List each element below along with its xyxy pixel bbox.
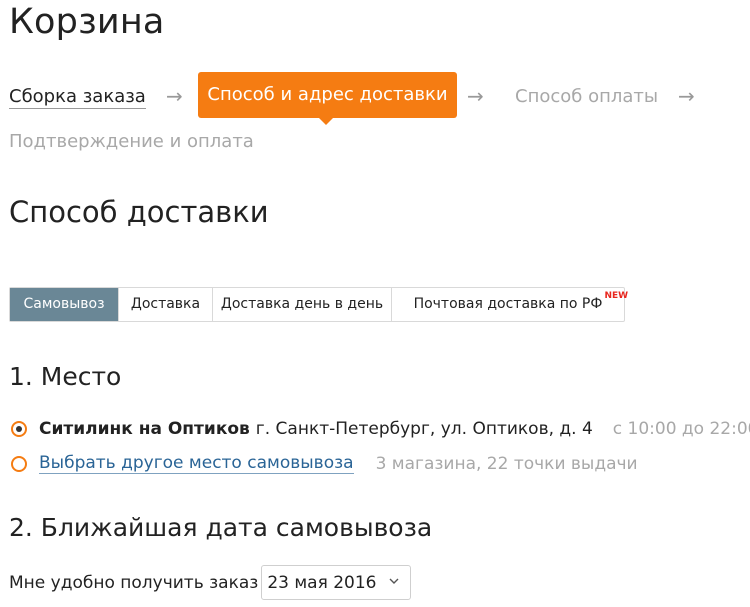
place-title: 1. Место — [9, 362, 122, 391]
arrow-right-icon: → — [166, 84, 183, 108]
step-payment-method: Способ оплаты — [515, 86, 659, 107]
pickup-date-select[interactable]: 23 мая 2016 — [261, 565, 412, 600]
tab-same-day-delivery[interactable]: Доставка день в день — [213, 288, 392, 321]
pickup-option-other[interactable]: Выбрать другое место самовывоза 3 магази… — [11, 453, 638, 474]
step-delivery-active: Способ и адрес доставки — [198, 72, 457, 125]
new-badge: NEW — [604, 291, 629, 301]
pickup-date-value: 23 мая 2016 — [267, 572, 377, 593]
step-order-assembly-link[interactable]: Сборка заказа — [9, 86, 146, 109]
store-hours: с 10:00 до 22:00 — [612, 419, 750, 439]
pickup-option-selected[interactable]: Ситилинк на Оптиков г. Санкт-Петербург, … — [11, 419, 750, 439]
tab-post-delivery-label: Почтовая доставка по РФ — [413, 296, 603, 312]
tab-delivery[interactable]: Доставка — [119, 288, 213, 321]
choose-other-place-link[interactable]: Выбрать другое место самовывоза — [39, 453, 354, 474]
pickup-date-row: Мне удобно получить заказ 23 мая 2016 — [9, 565, 412, 600]
tab-post-delivery[interactable]: Почтовая доставка по РФ NEW — [392, 288, 628, 321]
radio-checked-icon[interactable] — [11, 421, 27, 437]
store-address: г. Санкт-Петербург, ул. Оптиков, д. 4 — [255, 419, 593, 439]
store-name: Ситилинк на Оптиков — [39, 419, 250, 439]
pickup-date-title: 2. Ближайшая дата самовывоза — [9, 513, 433, 542]
tab-pickup[interactable]: Самовывоз — [10, 288, 119, 321]
delivery-tabs: Самовывоз Доставка Доставка день в день … — [9, 287, 628, 322]
step-confirmation: Подтверждение и оплата — [9, 131, 254, 152]
pickup-date-label: Мне удобно получить заказ — [9, 572, 259, 593]
delivery-method-title: Способ доставки — [9, 195, 269, 229]
arrow-right-icon: → — [467, 84, 484, 108]
checkout-steps: Сборка заказа → Способ и адрес доставки … — [0, 0, 750, 160]
chevron-down-icon — [389, 578, 399, 584]
pickup-points-info: 3 магазина, 22 точки выдачи — [375, 453, 638, 474]
arrow-right-icon: → — [678, 84, 695, 108]
radio-unchecked-icon[interactable] — [11, 455, 27, 472]
